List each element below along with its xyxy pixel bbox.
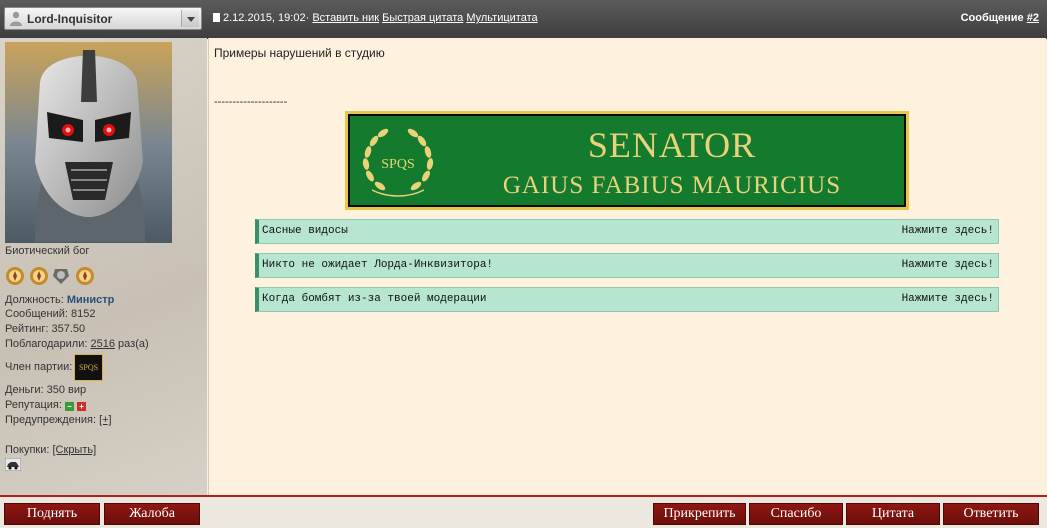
multi-quote-link[interactable]: Мультицитата bbox=[466, 12, 537, 24]
chevron-down-icon[interactable] bbox=[181, 10, 199, 27]
post-actions-bar: Поднять Жалоба Прикрепить Спасибо Цитата… bbox=[0, 495, 1047, 528]
post-count: Сообщений: 8152 bbox=[5, 308, 96, 320]
reply-button[interactable]: Ответить bbox=[943, 503, 1039, 525]
username: Lord-Inquisitor bbox=[27, 12, 113, 26]
profile-column: Биотический бог Должность: Министр Сообщ… bbox=[0, 38, 207, 495]
money: Деньги: 350 вир bbox=[5, 384, 87, 396]
position-value: Министр bbox=[66, 294, 115, 306]
medal-icon bbox=[53, 269, 69, 284]
complain-button[interactable]: Жалоба bbox=[104, 503, 200, 525]
avatar[interactable] bbox=[5, 42, 172, 243]
warnings: Предупреждения: [+] bbox=[5, 414, 112, 426]
quote-button[interactable]: Цитата bbox=[846, 503, 940, 525]
post-text: Примеры нарушений в студию bbox=[214, 46, 385, 60]
party-label: Член партии: bbox=[5, 361, 73, 373]
user-title: Биотический бог bbox=[5, 245, 90, 257]
spoiler-toggle[interactable]: Нажмите здесь! bbox=[902, 259, 994, 271]
medal-icon bbox=[76, 267, 94, 285]
document-icon bbox=[213, 13, 220, 22]
raise-button[interactable]: Поднять bbox=[4, 503, 100, 525]
car-icon bbox=[5, 458, 21, 471]
quick-quote-link[interactable]: Быстрая цитата bbox=[382, 12, 463, 24]
post-header: Lord-Inquisitor 2.12.2015, 19:02· Встави… bbox=[0, 0, 1047, 39]
rating: Рейтинг: 357.50 bbox=[5, 323, 86, 335]
post-meta: 2.12.2015, 19:02· Вставить ник Быстрая ц… bbox=[213, 12, 538, 24]
medal-icon bbox=[30, 267, 48, 285]
thanked: Поблагодарили: 2516 раз(а) bbox=[5, 338, 149, 350]
insert-nick-link[interactable]: Вставить ник bbox=[312, 12, 379, 24]
position: Должность: Министр bbox=[5, 294, 115, 306]
spoiler-block[interactable]: Сасные видосы Нажмите здесь! bbox=[255, 219, 999, 244]
post-number: Сообщение #2 bbox=[961, 12, 1039, 24]
meta-separator: · bbox=[305, 12, 310, 24]
spoiler-title: Сасные видосы bbox=[262, 225, 348, 237]
reputation-minus-icon[interactable]: − bbox=[64, 402, 74, 411]
spoiler-toggle[interactable]: Нажмите здесь! bbox=[902, 225, 994, 237]
reputation-plus-icon[interactable]: + bbox=[77, 402, 87, 411]
spoiler-block[interactable]: Никто не ожидает Лорда-Инквизитора! Нажм… bbox=[255, 253, 999, 278]
warnings-link[interactable]: [+] bbox=[99, 414, 112, 426]
message-label: Сообщение bbox=[960, 12, 1024, 24]
spoiler-title: Когда бомбят из-за твоей модерации bbox=[262, 293, 487, 305]
medal-icon bbox=[6, 267, 24, 285]
post-date: 2.12.2015, 19:02 bbox=[223, 12, 306, 24]
party-badge[interactable]: SPQS bbox=[74, 354, 103, 381]
signature-separator: -------------------- bbox=[214, 96, 288, 108]
thanked-count-link[interactable]: 2516 bbox=[91, 338, 115, 350]
spoiler-title: Никто не ожидает Лорда-Инквизитора! bbox=[262, 259, 494, 271]
post-content: Примеры нарушений в студию -------------… bbox=[208, 38, 1046, 495]
message-number-link[interactable]: #2 bbox=[1027, 12, 1039, 24]
banner-title: SENATOR bbox=[587, 125, 757, 165]
medals bbox=[6, 267, 94, 285]
banner-name: GAIUS FABIUS MAURICIUS bbox=[502, 172, 842, 199]
user-icon bbox=[10, 11, 22, 26]
spoiler-block[interactable]: Когда бомбят из-за твоей модерации Нажми… bbox=[255, 287, 999, 312]
thanks-button[interactable]: Спасибо bbox=[749, 503, 843, 525]
purchases: Покупки: [Скрыть] bbox=[5, 444, 97, 456]
reputation: Репутация: − + bbox=[5, 399, 87, 411]
user-menu-dropdown[interactable]: Lord-Inquisitor bbox=[4, 7, 202, 30]
pin-button[interactable]: Прикрепить bbox=[653, 503, 746, 525]
purchases-toggle-link[interactable]: [Скрыть] bbox=[53, 444, 97, 456]
spoiler-toggle[interactable]: Нажмите здесь! bbox=[902, 293, 994, 305]
senator-banner: SPQS SENATOR GAIUS FABIUS MAURICIUS bbox=[345, 111, 909, 210]
